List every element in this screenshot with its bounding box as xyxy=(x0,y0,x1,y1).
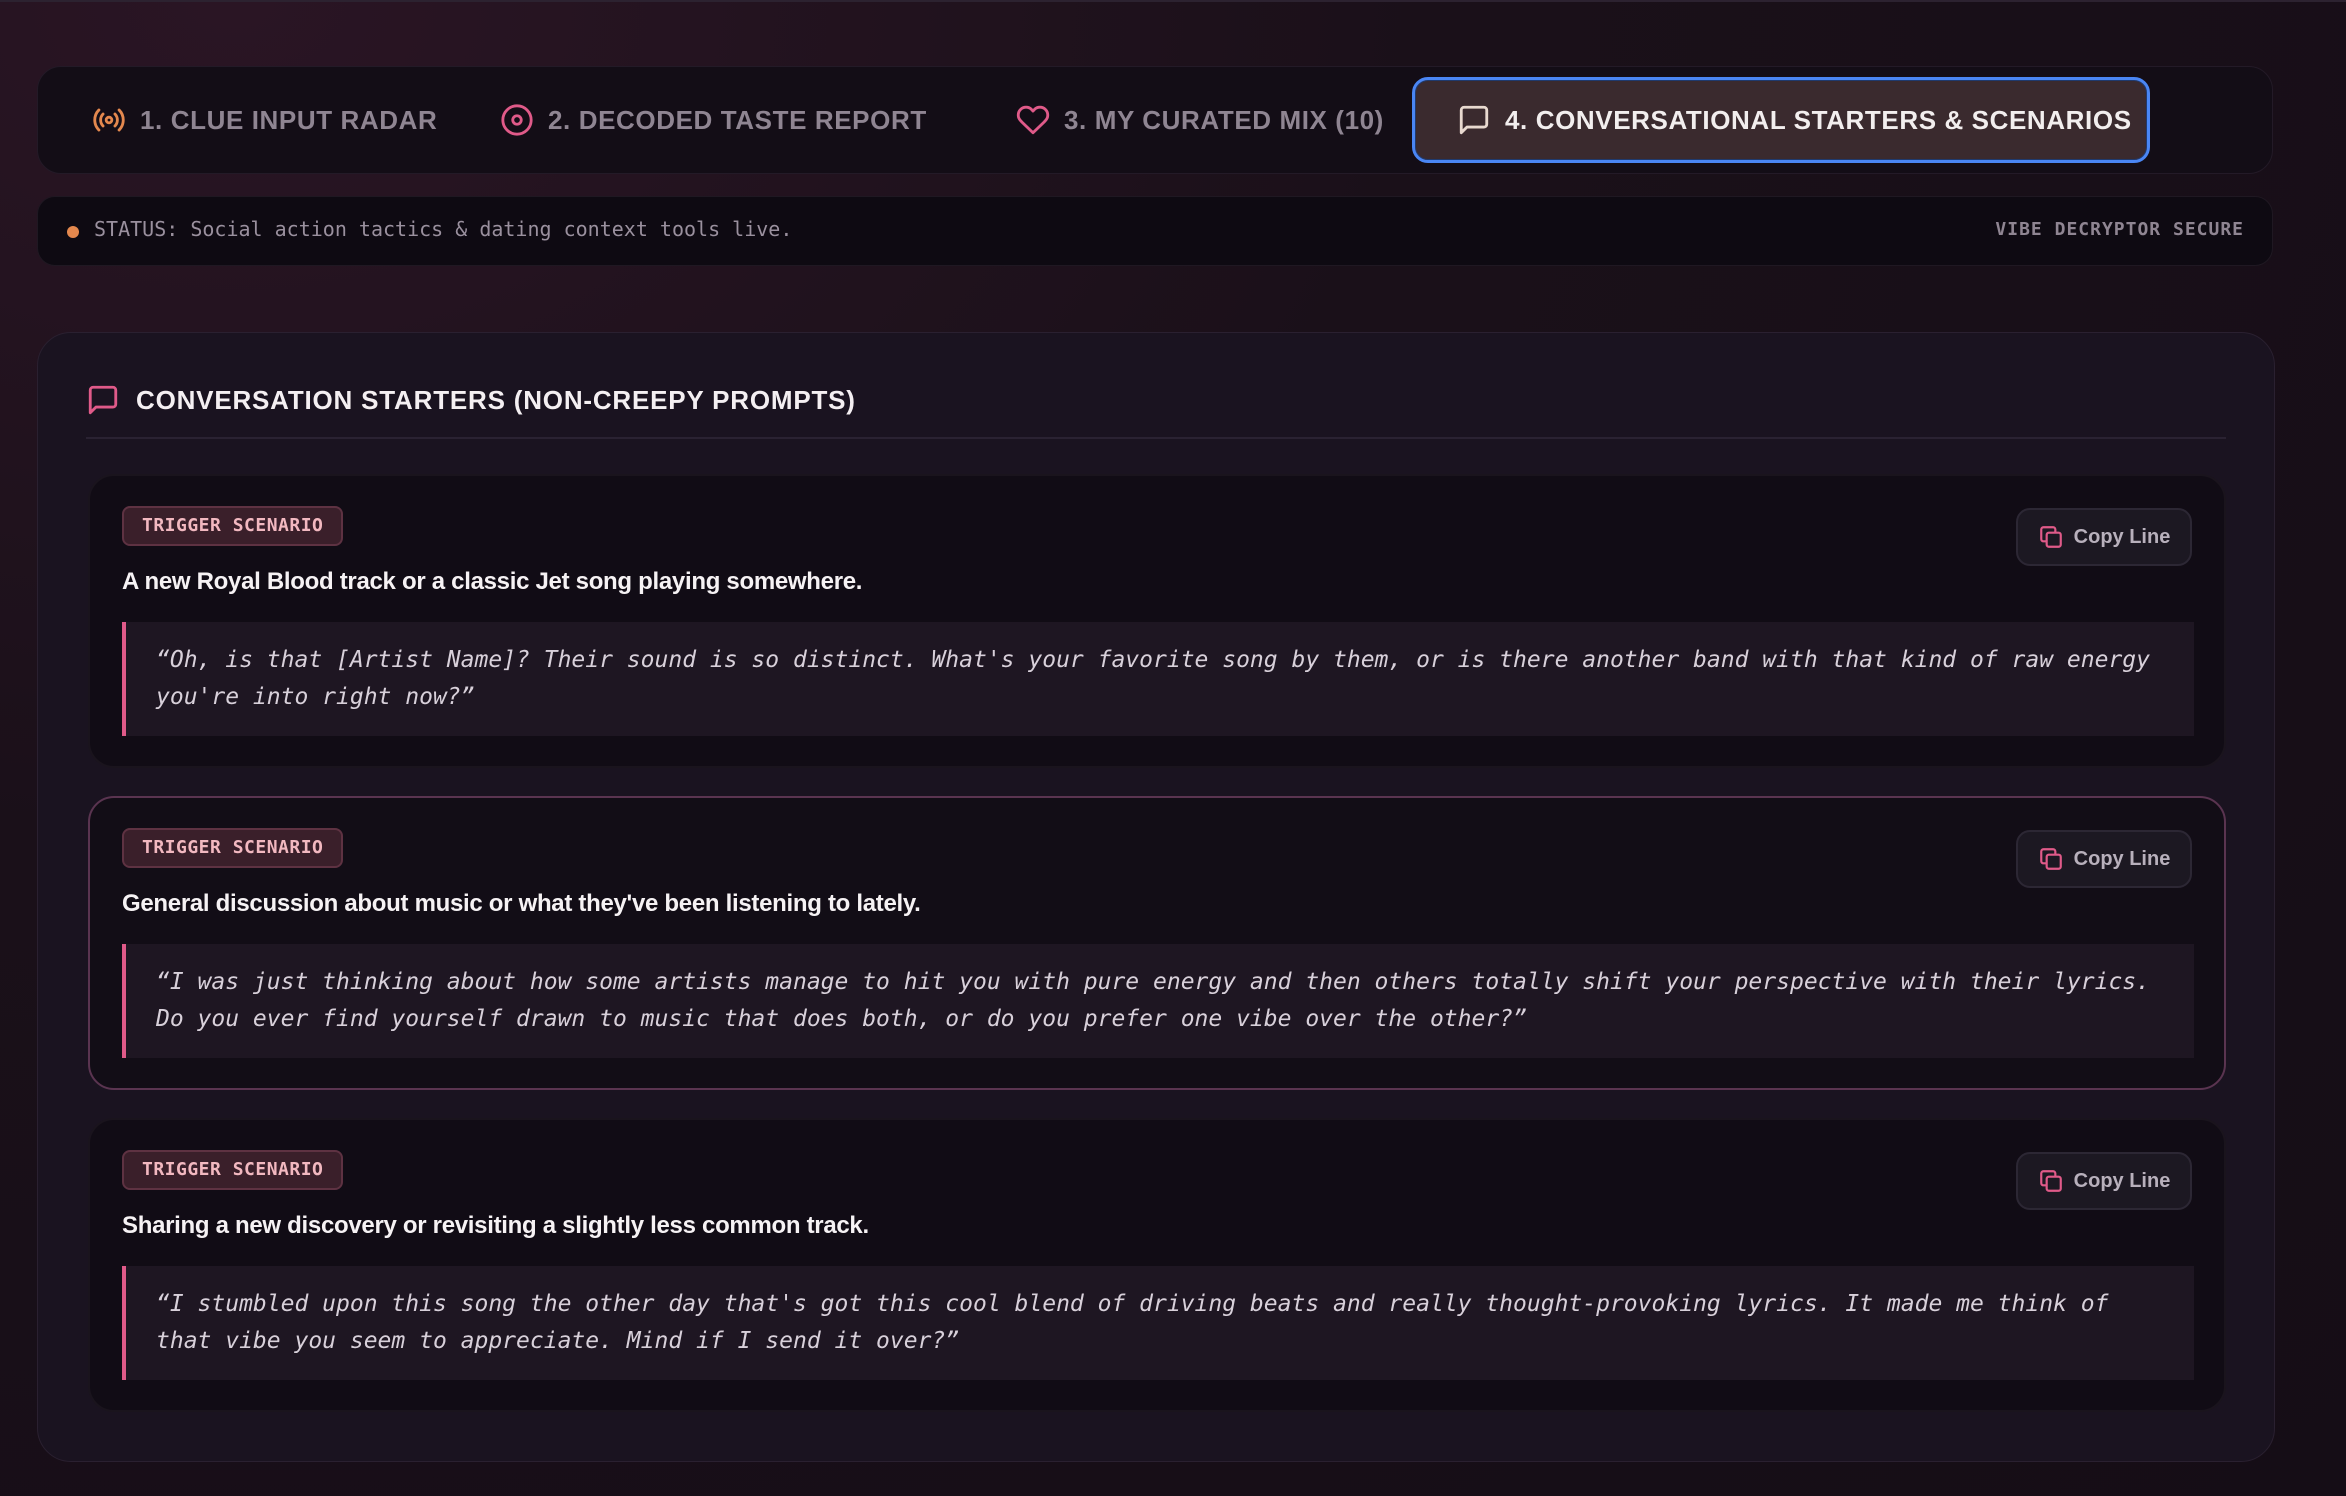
tab-conversational-starters[interactable]: 4. CONVERSATIONAL STARTERS & SCENARIOS xyxy=(1412,77,2150,163)
copy-label: Copy Line xyxy=(2073,847,2171,870)
heart-icon xyxy=(1016,103,1050,137)
status-text: STATUS: Social action tactics & dating c… xyxy=(94,217,793,241)
scenario-text: A new Royal Blood track or a classic Jet… xyxy=(122,568,863,595)
panel-header: CONVERSATION STARTERS (NON-CREEPY PROMPT… xyxy=(86,383,856,417)
scenario-text: General discussion about music or what t… xyxy=(122,890,921,917)
starter-quote: “I was just thinking about how some arti… xyxy=(122,944,2194,1058)
panel-title: CONVERSATION STARTERS (NON-CREEPY PROMPT… xyxy=(136,384,856,415)
tab-label: 2. DECODED TASTE REPORT xyxy=(548,104,927,135)
copy-line-button[interactable]: Copy Line xyxy=(2016,1152,2192,1210)
trigger-badge: TRIGGER SCENARIO xyxy=(122,1150,344,1190)
conversation-starters-panel: CONVERSATION STARTERS (NON-CREEPY PROMPT… xyxy=(37,332,2275,1462)
copy-icon xyxy=(2038,524,2064,550)
tab-label: 1. CLUE INPUT RADAR xyxy=(140,104,438,135)
scenario-text: Sharing a new discovery or revisiting a … xyxy=(122,1212,869,1239)
tab-decoded-taste-report[interactable]: 2. DECODED TASTE REPORT xyxy=(500,77,927,163)
trigger-badge: TRIGGER SCENARIO xyxy=(122,828,344,868)
security-label: VIBE DECRYPTOR SECURE xyxy=(1995,219,2244,240)
tab-bar: 1. CLUE INPUT RADAR 2. DECODED TASTE REP… xyxy=(37,66,2273,174)
chat-bubble-icon xyxy=(1457,103,1491,137)
status-bar: STATUS: Social action tactics & dating c… xyxy=(37,196,2273,266)
starter-card: TRIGGER SCENARIO A new Royal Blood track… xyxy=(88,474,2226,768)
starter-quote: “Oh, is that [Artist Name]? Their sound … xyxy=(122,622,2194,736)
radar-icon xyxy=(92,103,126,137)
tab-my-curated-mix[interactable]: 3. MY CURATED MIX (10) xyxy=(1016,77,1384,163)
copy-label: Copy Line xyxy=(2073,1169,2171,1192)
copy-line-button[interactable]: Copy Line xyxy=(2016,508,2192,566)
chat-bubble-icon xyxy=(86,383,120,417)
copy-icon xyxy=(2038,1168,2064,1194)
starter-card: TRIGGER SCENARIO Sharing a new discovery… xyxy=(88,1118,2226,1412)
status-indicator-dot xyxy=(67,226,79,238)
copy-icon xyxy=(2038,846,2064,872)
copy-line-button[interactable]: Copy Line xyxy=(2016,830,2192,888)
target-icon xyxy=(500,103,534,137)
trigger-badge: TRIGGER SCENARIO xyxy=(122,506,344,546)
divider xyxy=(86,437,2226,439)
starter-quote: “I stumbled upon this song the other day… xyxy=(122,1266,2194,1380)
top-divider xyxy=(0,0,2346,2)
tab-label: 4. CONVERSATIONAL STARTERS & SCENARIOS xyxy=(1505,104,2132,135)
copy-label: Copy Line xyxy=(2073,525,2171,548)
starter-card: TRIGGER SCENARIO General discussion abou… xyxy=(88,796,2226,1090)
tab-clue-input-radar[interactable]: 1. CLUE INPUT RADAR xyxy=(92,77,437,163)
tab-label: 3. MY CURATED MIX (10) xyxy=(1064,104,1384,135)
